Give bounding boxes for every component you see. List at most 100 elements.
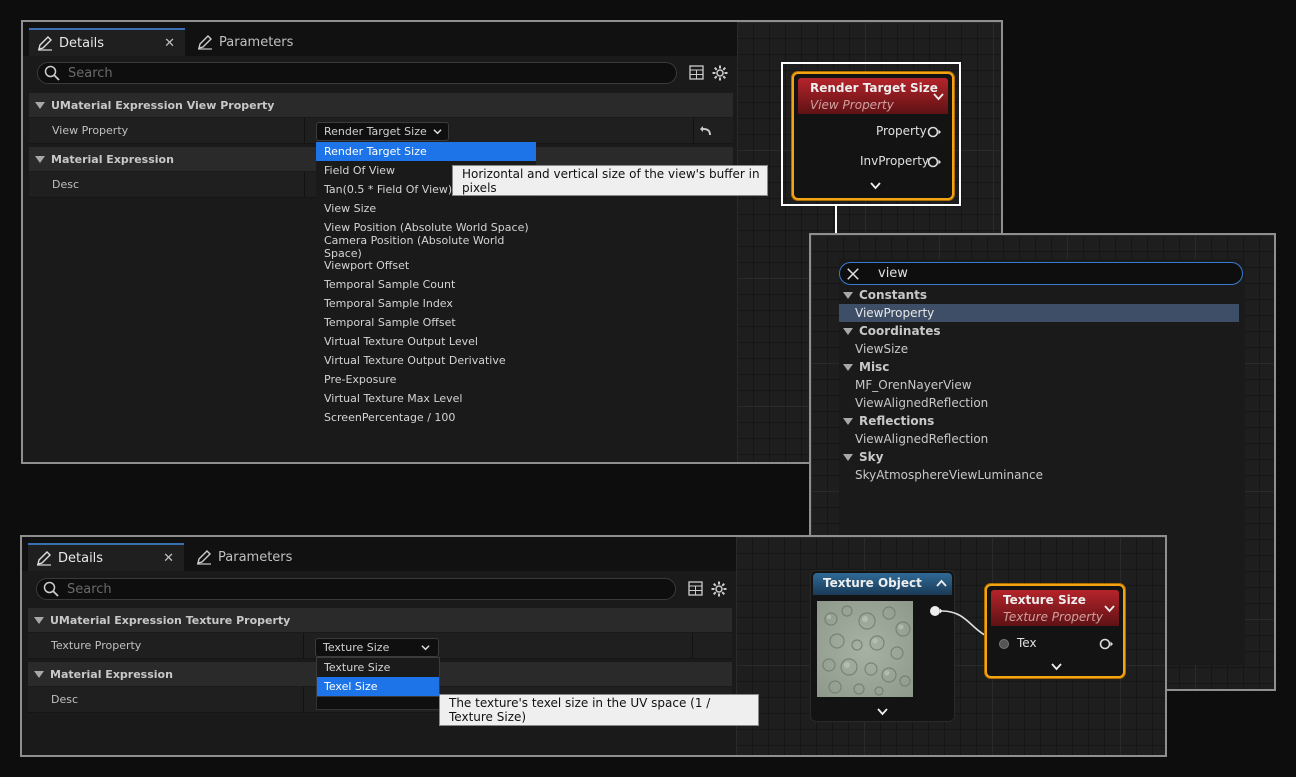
category-texture-property[interactable]: UMaterial Expression Texture Property: [28, 608, 732, 632]
dropdown-item[interactable]: Texel Size: [317, 677, 439, 696]
search-icon: [44, 65, 60, 81]
node-header: Texture Size Texture Property: [991, 590, 1119, 626]
texture-size-node[interactable]: Texture Size Texture Property Tex: [985, 584, 1125, 678]
dropdown-item[interactable]: Virtual Texture Max Level: [316, 389, 536, 408]
dropdown-item[interactable]: Virtual Texture Output Level: [316, 332, 536, 351]
divider: [303, 687, 304, 712]
dropdown-item[interactable]: Temporal Sample Count: [316, 275, 536, 294]
collapse-icon: [843, 291, 853, 299]
palette-item-label: SkyAtmosphereViewLuminance: [855, 468, 1044, 482]
palette-item[interactable]: MF_OrenNayerView: [839, 376, 1239, 394]
category-view-property[interactable]: UMaterial Expression View Property: [29, 93, 733, 117]
palette-category[interactable]: Misc: [839, 358, 889, 376]
palette-item-label: ViewProperty: [855, 306, 935, 320]
dropdown-item[interactable]: Pre-Exposure: [316, 370, 536, 389]
node-header: Render Target Size View Property: [798, 78, 948, 114]
dropdown-item[interactable]: ScreenPercentage / 100: [316, 408, 536, 427]
chevron-down-icon[interactable]: [933, 92, 944, 101]
combo-value: Render Target Size: [324, 125, 427, 138]
output-pin-icon[interactable]: [929, 605, 943, 617]
palette-search-input[interactable]: [876, 265, 1242, 282]
divider: [303, 633, 304, 658]
view-property-combo[interactable]: Render Target Size: [316, 122, 449, 141]
gear-icon[interactable]: [712, 65, 728, 81]
tab-details[interactable]: Details ✕: [28, 543, 184, 571]
collapse-icon: [843, 417, 853, 425]
dropdown-item[interactable]: Temporal Sample Index: [316, 294, 536, 313]
divider: [304, 172, 305, 197]
palette-item-label: ViewAlignedReflection: [855, 432, 989, 446]
collapse-icon: [35, 155, 45, 163]
node-title: Render Target Size: [810, 81, 938, 95]
collapse-icon: [35, 101, 45, 109]
table-icon[interactable]: [688, 581, 703, 596]
tooltip: Horizontal and vertical size of the view…: [452, 165, 768, 196]
tab-parameters[interactable]: Parameters: [189, 28, 319, 56]
pen-icon: [197, 550, 211, 565]
tab-bar: Details ✕ Parameters: [23, 22, 737, 56]
tooltip: The texture's texel size in the UV space…: [439, 694, 759, 726]
table-icon[interactable]: [689, 65, 704, 80]
palette-item-label: ViewSize: [855, 342, 909, 356]
tooltip-text: Horizontal and vertical size of the view…: [462, 166, 760, 195]
reset-icon[interactable]: [699, 125, 713, 137]
texture-property-combo[interactable]: Texture Size: [315, 638, 439, 657]
texture-object-node[interactable]: Texture Object: [810, 570, 955, 722]
render-target-size-node[interactable]: Render Target Size View Property Propert…: [792, 72, 954, 200]
clear-icon[interactable]: [846, 267, 860, 281]
dropdown-item[interactable]: Temporal Sample Offset: [316, 313, 536, 332]
palette-item[interactable]: ViewAlignedReflection: [839, 394, 1239, 412]
palette-item[interactable]: SkyAtmosphereViewLuminance: [839, 466, 1239, 484]
chevron-up-icon[interactable]: [936, 579, 947, 588]
tab-bar: Details ✕ Parameters: [22, 537, 736, 571]
palette-category[interactable]: Sky: [839, 448, 883, 466]
category-label: UMaterial Expression View Property: [51, 98, 275, 112]
divider: [692, 633, 693, 658]
tab-parameters[interactable]: Parameters: [188, 543, 318, 571]
palette-item[interactable]: ViewSize: [839, 340, 1239, 358]
palette-category[interactable]: Coordinates: [839, 322, 941, 340]
search-box: [37, 62, 677, 84]
desc-label: Desc: [51, 693, 79, 706]
close-icon[interactable]: ✕: [164, 36, 175, 51]
chevron-down-icon[interactable]: [1104, 604, 1115, 613]
dropdown-item[interactable]: Camera Position (Absolute World Space): [316, 234, 536, 260]
chevron-down-icon: [433, 129, 442, 135]
chevron-down-icon[interactable]: [1051, 662, 1062, 671]
input-pin-icon[interactable]: [997, 638, 1011, 650]
palette-category[interactable]: Constants: [839, 286, 927, 304]
dropdown-item[interactable]: Texture Size: [317, 658, 439, 677]
palette-category-label: Reflections: [859, 414, 935, 428]
palette-search[interactable]: [839, 262, 1243, 285]
search-input[interactable]: [65, 580, 644, 598]
chevron-down-icon[interactable]: [877, 707, 888, 716]
palette-item[interactable]: ViewProperty: [839, 304, 1239, 322]
desc-label: Desc: [52, 178, 80, 191]
texture-property-dropdown: Texture Size Texel Size: [316, 657, 440, 697]
gear-icon[interactable]: [711, 581, 727, 597]
pen-icon: [38, 36, 52, 51]
category-label: Material Expression: [51, 152, 174, 166]
palette-item[interactable]: ViewAlignedReflection: [839, 430, 1239, 448]
category-label: UMaterial Expression Texture Property: [50, 613, 291, 627]
output-pin-icon[interactable]: [927, 126, 942, 138]
node-subtitle: Texture Property: [1003, 610, 1104, 624]
search-input[interactable]: [66, 64, 645, 82]
node-subtitle: View Property: [810, 98, 894, 112]
chevron-down-icon[interactable]: [870, 181, 881, 190]
dropdown-item[interactable]: Virtual Texture Output Derivative: [316, 351, 536, 370]
node-title: Texture Size: [1003, 593, 1086, 607]
tab-details[interactable]: Details ✕: [29, 28, 185, 56]
palette-category[interactable]: Reflections: [839, 412, 934, 430]
tab-details-label: Details: [58, 550, 104, 566]
collapse-icon: [34, 616, 44, 624]
property-label: View Property: [52, 124, 129, 137]
search-box: [36, 578, 676, 600]
collapse-icon: [843, 363, 853, 371]
dropdown-item[interactable]: Render Target Size: [316, 142, 536, 161]
dropdown-item[interactable]: View Size: [316, 199, 536, 218]
close-icon[interactable]: ✕: [163, 551, 174, 566]
output-pin-icon[interactable]: [927, 156, 942, 168]
palette-category-label: Coordinates: [859, 324, 941, 338]
output-pin-icon[interactable]: [1099, 638, 1114, 650]
